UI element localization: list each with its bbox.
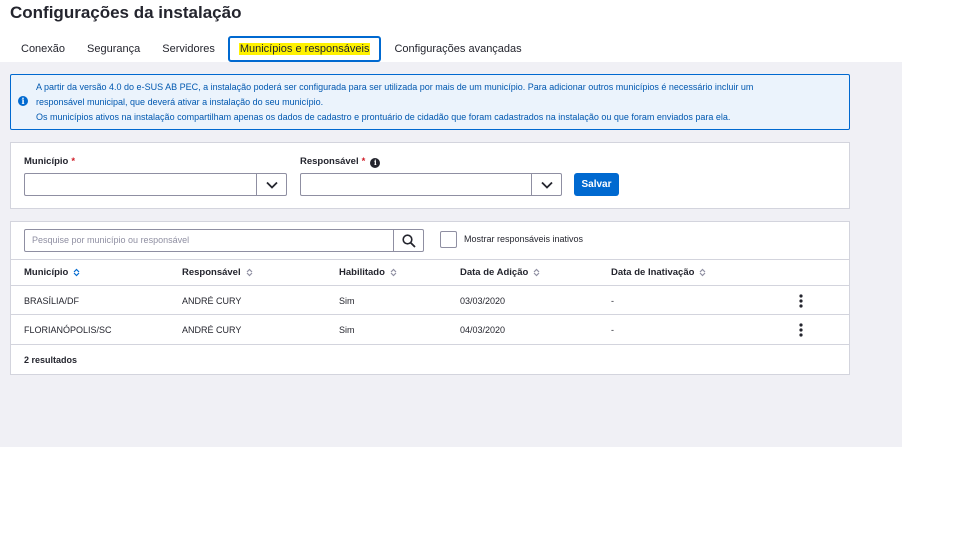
table-footer: 2 resultados: [11, 344, 849, 374]
table-header: Município Responsável Habilitado Data de…: [11, 259, 849, 285]
more-vertical-icon: [799, 322, 803, 337]
info-icon: i: [18, 96, 28, 106]
municipio-dropdown-button[interactable]: [256, 174, 286, 195]
sort-icon: [699, 268, 706, 277]
page-title: Configurações da instalação: [10, 3, 242, 22]
alert-line-1: A partir da versão 4.0 do e-SUS AB PEC, …: [36, 82, 754, 92]
table-row: BRASÍLIA/DF ANDRÉ CURY Sim 03/03/2020 -: [11, 285, 849, 315]
info-alert: i A partir da versão 4.0 do e-SUS AB PEC…: [10, 74, 850, 130]
search-placeholder: Pesquise por município ou responsável: [32, 235, 190, 245]
table-row: FLORIANÓPOLIS/SC ANDRÉ CURY Sim 04/03/20…: [11, 314, 849, 344]
required-mark: *: [71, 156, 76, 167]
chevron-down-icon: [265, 181, 278, 189]
tab-municipios-responsaveis[interactable]: Municípios e responsáveis: [227, 36, 382, 62]
alert-line-2: responsável municipal, que deverá ativar…: [36, 97, 324, 107]
column-header-habilitado[interactable]: Habilitado: [339, 260, 397, 285]
results-count: 2 resultados: [24, 355, 78, 365]
column-header-data-adicao[interactable]: Data de Adição: [460, 260, 540, 285]
info-icon[interactable]: i: [370, 158, 381, 168]
save-button[interactable]: Salvar: [574, 173, 619, 196]
tab-bar: Conexão Segurança Servidores Municípios …: [10, 36, 533, 62]
search-input[interactable]: Pesquise por município ou responsável: [24, 229, 424, 252]
row-actions-button[interactable]: [797, 315, 805, 344]
cell-data-adicao: 04/03/2020: [460, 324, 506, 335]
column-header-data-inativacao[interactable]: Data de Inativação: [611, 260, 706, 285]
cell-habilitado: Sim: [339, 295, 355, 306]
cell-municipio: FLORIANÓPOLIS/SC: [24, 324, 112, 335]
cell-data-inativacao: -: [611, 324, 614, 335]
show-inactive-checkbox[interactable]: [440, 231, 457, 248]
chevron-down-icon: [540, 181, 553, 189]
cell-data-inativacao: -: [611, 295, 614, 306]
search-icon: [401, 233, 416, 248]
sort-icon: [73, 268, 80, 277]
alert-text: A partir da versão 4.0 do e-SUS AB PEC, …: [36, 80, 841, 125]
column-header-municipio[interactable]: Município: [24, 260, 80, 285]
responsavel-select[interactable]: [300, 173, 562, 196]
cell-municipio: BRASÍLIA/DF: [24, 295, 80, 306]
page: Configurações da instalação Conexão Segu…: [0, 0, 960, 540]
cell-responsavel: ANDRÉ CURY: [182, 324, 242, 335]
responsaveis-table: Pesquise por município ou responsável Mo…: [10, 221, 850, 375]
cell-habilitado: Sim: [339, 324, 355, 335]
required-mark: *: [361, 156, 366, 167]
more-vertical-icon: [799, 293, 803, 308]
sort-icon: [533, 268, 540, 277]
municipio-label: Município *: [24, 156, 76, 167]
tab-servidores[interactable]: Servidores: [151, 36, 226, 62]
alert-line-3: Os municípios ativos na instalação compa…: [36, 112, 731, 122]
add-municipio-form: Município * Responsável * i Salvar: [10, 142, 850, 209]
tab-seguranca[interactable]: Segurança: [76, 36, 151, 62]
sort-icon: [246, 268, 253, 277]
cell-responsavel: ANDRÉ CURY: [182, 295, 242, 306]
row-actions-button[interactable]: [797, 286, 805, 315]
tab-municipios-label: Municípios e responsáveis: [238, 43, 371, 55]
search-button[interactable]: [393, 230, 423, 251]
content-area: i A partir da versão 4.0 do e-SUS AB PEC…: [0, 62, 902, 447]
municipio-select[interactable]: [24, 173, 287, 196]
responsavel-dropdown-button[interactable]: [531, 174, 561, 195]
column-header-responsavel[interactable]: Responsável: [182, 260, 253, 285]
tab-configuracoes-avancadas[interactable]: Configurações avançadas: [383, 36, 532, 62]
responsavel-label: Responsável * i: [300, 156, 381, 168]
cell-data-adicao: 03/03/2020: [460, 295, 506, 306]
show-inactive-label: Mostrar responsáveis inativos: [464, 234, 584, 244]
sort-icon: [390, 268, 397, 277]
tab-conexao[interactable]: Conexão: [10, 36, 76, 62]
